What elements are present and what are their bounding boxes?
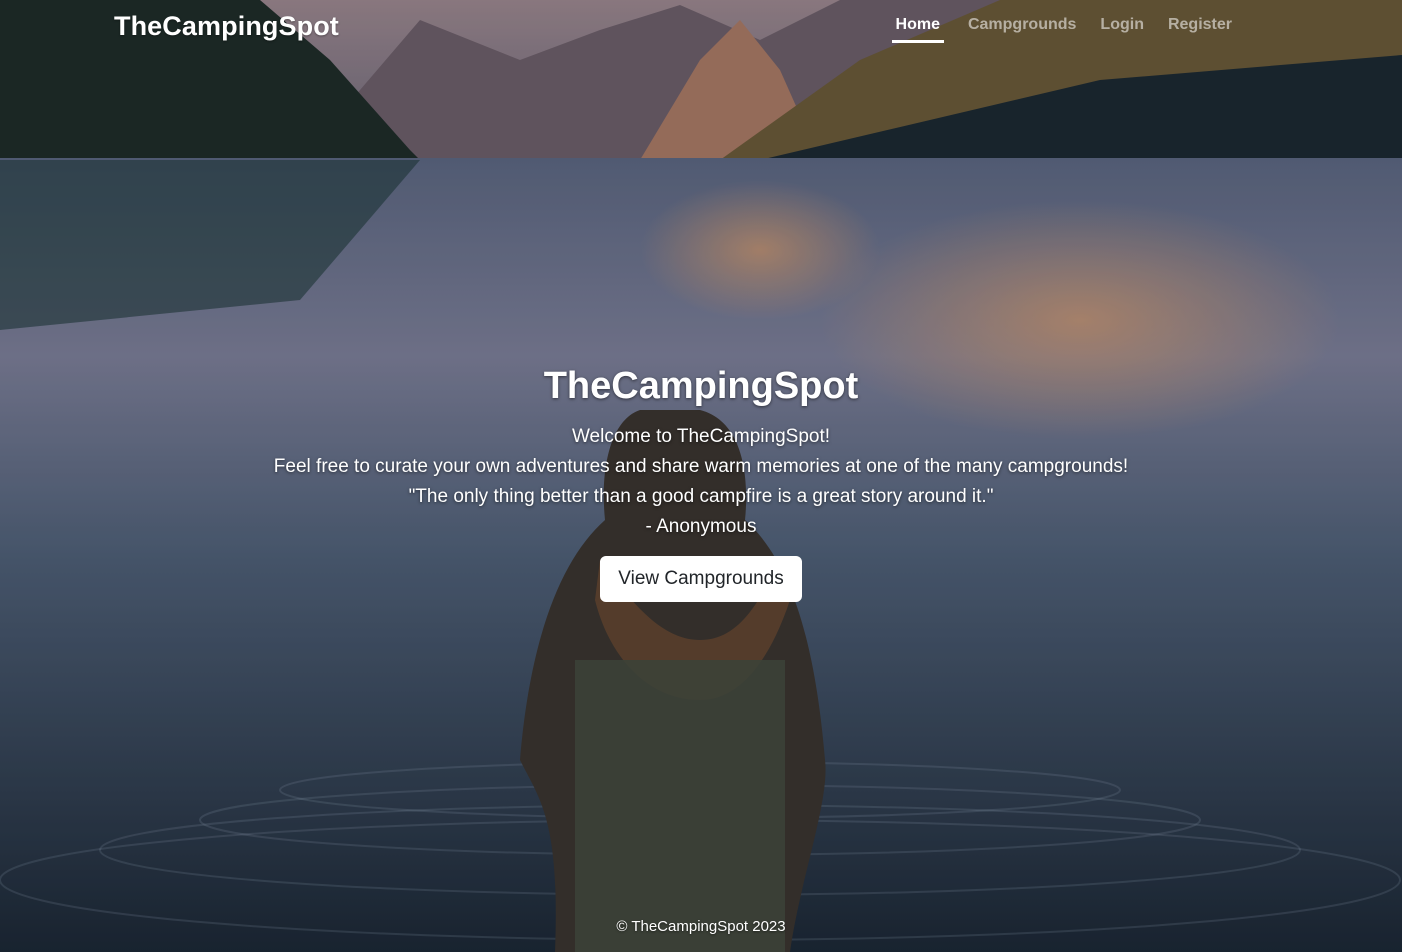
landing-page: TheCampingSpot Home Campgrounds Login Re… xyxy=(0,0,1402,952)
footer-copyright: © TheCampingSpot 2023 xyxy=(616,918,786,935)
nav-link-campgrounds[interactable]: Campgrounds xyxy=(968,16,1076,43)
view-campgrounds-button[interactable]: View Campgrounds xyxy=(600,556,802,602)
hero-quote: "The only thing better than a good campf… xyxy=(408,486,994,507)
nav-links: Home Campgrounds Login Register xyxy=(891,16,1232,43)
hero-quote-author: - Anonymous xyxy=(645,516,757,537)
nav-link-register[interactable]: Register xyxy=(1168,16,1232,43)
hero-section: TheCampingSpot Welcome to TheCampingSpot… xyxy=(0,362,1402,602)
hero-welcome-text: Welcome to TheCampingSpot! xyxy=(571,426,831,447)
brand-logo[interactable]: TheCampingSpot xyxy=(114,11,339,42)
hero-description: Feel free to curate your own adventures … xyxy=(273,456,1129,477)
hero-title: TheCampingSpot xyxy=(543,365,859,407)
nav-link-login[interactable]: Login xyxy=(1100,16,1144,43)
top-navbar: TheCampingSpot Home Campgrounds Login Re… xyxy=(0,0,1402,56)
nav-link-home[interactable]: Home xyxy=(891,16,944,43)
